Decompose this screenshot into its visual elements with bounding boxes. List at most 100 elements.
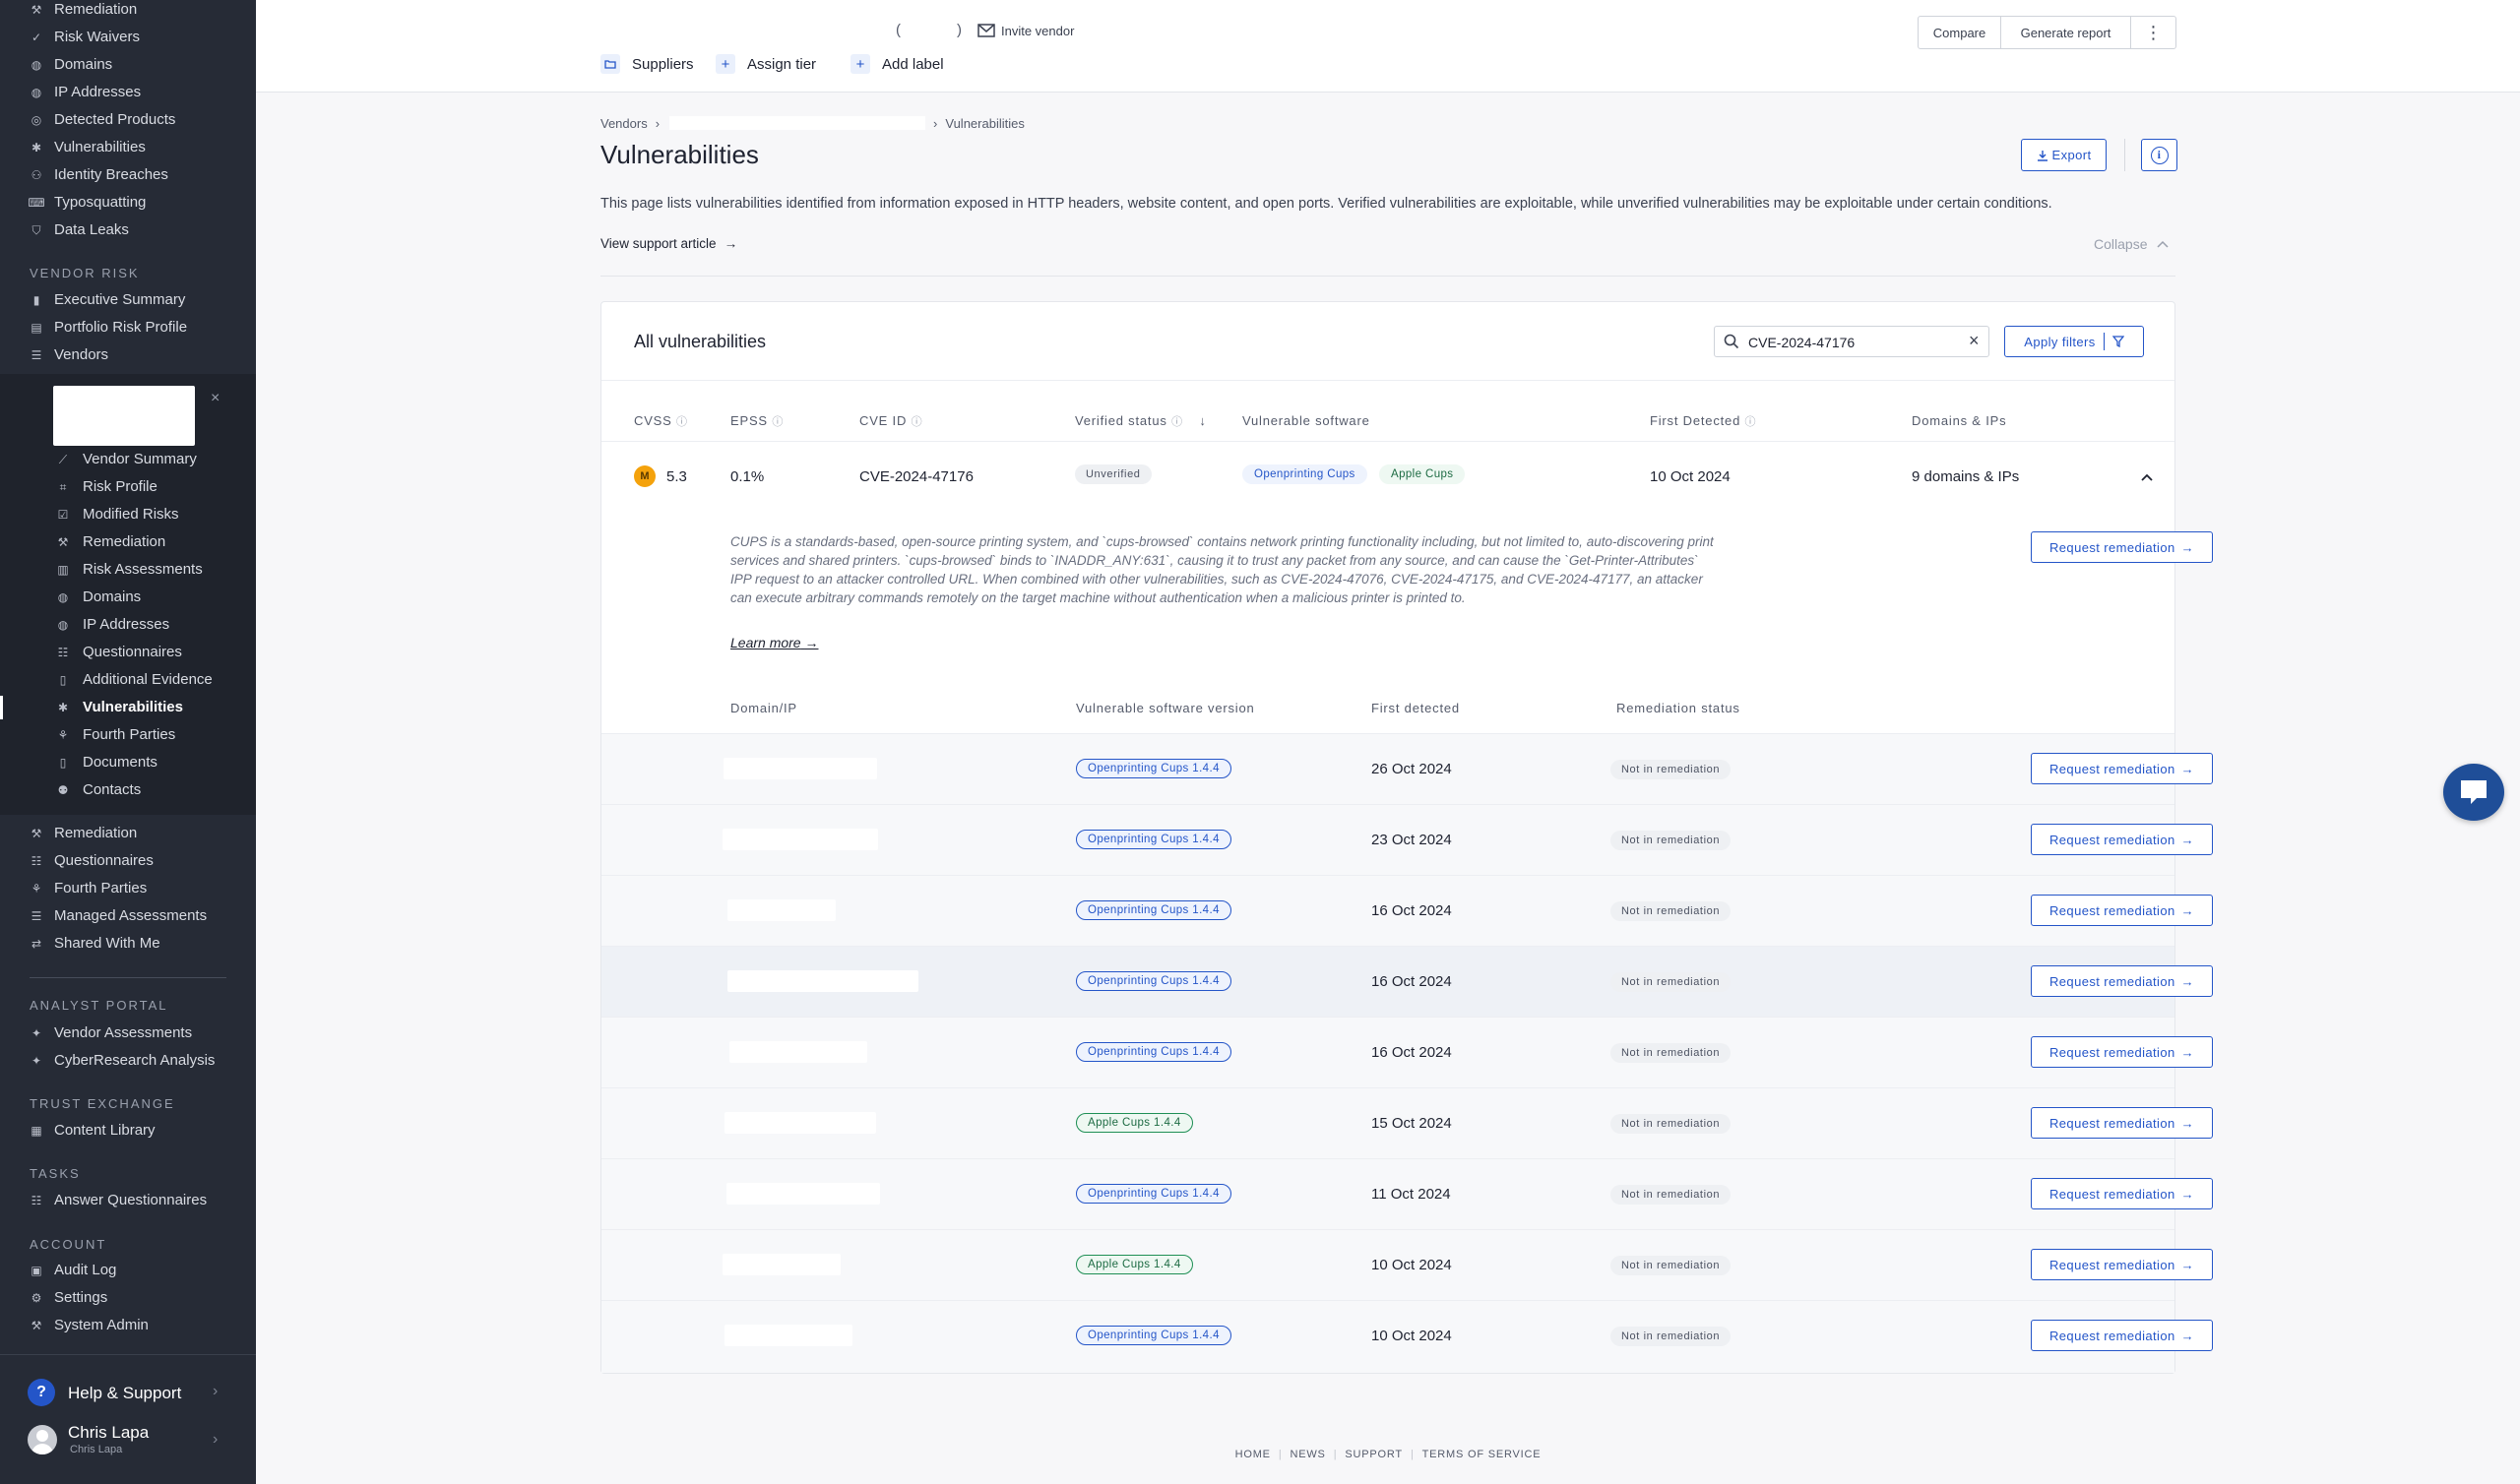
- footer-news-link[interactable]: NEWS: [1282, 1449, 1333, 1460]
- sidebar-item-risk-assessments[interactable]: ▥ Risk Assessments: [0, 556, 256, 584]
- column-verified-status[interactable]: Verified status ⓘ ↓: [1075, 413, 1207, 429]
- request-remediation-button[interactable]: Request remediation →: [2031, 824, 2213, 855]
- sidebar-item-fourth-parties[interactable]: ⚘ Fourth Parties: [0, 721, 256, 749]
- request-remediation-button[interactable]: Request remediation →: [2031, 531, 2213, 563]
- table-row[interactable]: Apple Cups 1.4.4 15 Oct 2024 Not in remedi…: [601, 1087, 2213, 1158]
- request-remediation-button[interactable]: Request remediation →: [2031, 895, 2213, 926]
- domain-placeholder[interactable]: [724, 1325, 852, 1346]
- generate-report-button[interactable]: Generate report: [2001, 17, 2131, 48]
- request-remediation-button[interactable]: Request remediation →: [2031, 1036, 2213, 1068]
- suppliers-button[interactable]: Suppliers: [600, 53, 694, 75]
- sidebar-item-ip-addresses[interactable]: ◍ IP Addresses: [0, 611, 256, 639]
- clear-search-icon[interactable]: ×: [1969, 331, 1980, 351]
- sidebar-item-remediation[interactable]: ⚒ Remediation: [0, 528, 256, 556]
- sidebar-item-documents[interactable]: ▯ Documents: [0, 749, 256, 776]
- chat-widget[interactable]: [2443, 764, 2504, 821]
- sidebar-item-vendors[interactable]: ☰ Vendors: [0, 341, 256, 369]
- domain-placeholder[interactable]: [723, 829, 878, 850]
- user-menu[interactable]: Chris Lapa Chris Lapa ›: [28, 1423, 234, 1456]
- learn-more-link[interactable]: Learn more →: [730, 635, 818, 650]
- breadcrumb-vendor-placeholder[interactable]: [669, 116, 926, 130]
- column-cve-id[interactable]: CVE ID ⓘ: [859, 413, 922, 429]
- sidebar-item-data-leaks[interactable]: ⛉ Data Leaks: [0, 216, 256, 244]
- column-first-detected[interactable]: First Detected ⓘ: [1650, 413, 1756, 429]
- table-row[interactable]: Openprinting Cups 1.4.4 11 Oct 2024 Not in…: [601, 1158, 2213, 1229]
- support-article-link[interactable]: View support article →: [600, 236, 737, 251]
- sidebar-item-remediation[interactable]: ⚒ Remediation: [0, 820, 256, 847]
- chevron-up-icon[interactable]: [2141, 473, 2153, 481]
- request-remediation-button[interactable]: Request remediation →: [2031, 753, 2213, 784]
- domain-placeholder[interactable]: [726, 1183, 880, 1205]
- domain-placeholder[interactable]: [723, 1254, 841, 1275]
- sidebar-item-executive-summary[interactable]: ▮ Executive Summary: [0, 286, 256, 314]
- footer-terms-link[interactable]: TERMS OF SERVICE: [1415, 1449, 1549, 1460]
- sidebar-item-audit-log[interactable]: ▣ Audit Log: [0, 1257, 256, 1284]
- sidebar-item-portfolio-risk-profile[interactable]: ▤ Portfolio Risk Profile: [0, 314, 256, 341]
- table-row[interactable]: Apple Cups 1.4.4 10 Oct 2024 Not in remedi…: [601, 1229, 2213, 1300]
- column-domains-ips[interactable]: Domains & IPs: [1912, 413, 2006, 428]
- sidebar-item-contacts[interactable]: ⚉ Contacts: [0, 776, 256, 804]
- sidebar-item-domains[interactable]: ◍ Domains: [0, 584, 256, 611]
- sidebar-item-vulnerabilities[interactable]: ✱ Vulnerabilities: [0, 134, 256, 161]
- table-row[interactable]: Openprinting Cups 1.4.4 16 Oct 2024 Not in…: [601, 1017, 2213, 1087]
- domain-placeholder[interactable]: [727, 899, 836, 921]
- collapse-toggle[interactable]: Collapse: [2094, 236, 2170, 252]
- domain-placeholder[interactable]: [724, 1112, 876, 1134]
- sidebar-item-settings[interactable]: ⚙ Settings: [0, 1284, 256, 1312]
- search-input[interactable]: CVE-2024-47176: [1748, 335, 1855, 350]
- sidebar-item-domains[interactable]: ◍ Domains: [0, 51, 256, 79]
- compare-button[interactable]: Compare: [1919, 17, 2001, 48]
- info-button[interactable]: i: [2141, 139, 2177, 171]
- sidebar-item-vulnerabilities[interactable]: ✱ Vulnerabilities: [0, 694, 256, 721]
- column-epss[interactable]: EPSS ⓘ: [730, 413, 784, 429]
- request-remediation-button[interactable]: Request remediation →: [2031, 1178, 2213, 1209]
- sidebar-item-ip-addresses[interactable]: ◍ IP Addresses: [0, 79, 256, 106]
- request-remediation-button[interactable]: Request remediation →: [2031, 965, 2213, 997]
- table-row[interactable]: Openprinting Cups 1.4.4 10 Oct 2024 Not in…: [601, 1300, 2213, 1371]
- table-row[interactable]: Openprinting Cups 1.4.4 23 Oct 2024 Not in…: [601, 804, 2213, 875]
- more-options-icon[interactable]: ⋮: [2131, 17, 2175, 48]
- sidebar-item-managed-assessments[interactable]: ☰ Managed Assessments: [0, 902, 256, 930]
- vulnerability-row[interactable]: M 5.3 0.1% CVE-2024-47176 Unverified Ope…: [601, 442, 2174, 511]
- sidebar-item-remediation[interactable]: ⚒ Remediation: [0, 0, 256, 24]
- sidebar-item-system-admin[interactable]: ⚒ System Admin: [0, 1312, 256, 1339]
- column-vulnerable-software[interactable]: Vulnerable software: [1242, 413, 1370, 428]
- sidebar-item-questionnaires[interactable]: ☷ Questionnaires: [0, 847, 256, 875]
- sidebar-item-vendor-assessments[interactable]: ✦ Vendor Assessments: [0, 1020, 256, 1047]
- request-remediation-button[interactable]: Request remediation →: [2031, 1249, 2213, 1280]
- sidebar-item-questionnaires[interactable]: ☷ Questionnaires: [0, 639, 256, 666]
- assign-tier-button[interactable]: + Assign tier: [716, 53, 816, 75]
- sidebar-item-typosquatting[interactable]: ⌨ Typosquatting: [0, 189, 256, 216]
- sidebar-item-vendor-summary[interactable]: ⟋ Vendor Summary: [0, 446, 256, 473]
- search-box[interactable]: CVE-2024-47176 ×: [1714, 326, 1989, 357]
- sidebar-item-cyberresearch-analysis[interactable]: ✦ CyberResearch Analysis: [0, 1047, 256, 1075]
- sidebar-item-risk-profile[interactable]: ⌗ Risk Profile: [0, 473, 256, 501]
- table-row[interactable]: Openprinting Cups 1.4.4 26 Oct 2024 Not in…: [601, 733, 2213, 804]
- sidebar-item-identity-breaches[interactable]: ⚇ Identity Breaches: [0, 161, 256, 189]
- invite-vendor-link[interactable]: Invite vendor: [977, 21, 1074, 40]
- request-remediation-button[interactable]: Request remediation →: [2031, 1320, 2213, 1351]
- apply-filters-button[interactable]: Apply filters: [2004, 326, 2144, 357]
- table-row[interactable]: Openprinting Cups 1.4.4 16 Oct 2024 Not in…: [601, 946, 2213, 1017]
- help-support-item[interactable]: ? Help & Support ›: [28, 1379, 234, 1406]
- add-label-button[interactable]: + Add label: [850, 53, 944, 75]
- footer-support-link[interactable]: SUPPORT: [1337, 1449, 1411, 1460]
- domain-placeholder[interactable]: [729, 1041, 867, 1063]
- export-button[interactable]: Export: [2021, 139, 2107, 171]
- sidebar-item-content-library[interactable]: ▦ Content Library: [0, 1117, 256, 1144]
- domain-placeholder[interactable]: [724, 758, 877, 779]
- vendor-logo-placeholder[interactable]: [53, 386, 195, 446]
- breadcrumb-vendors[interactable]: Vendors: [600, 116, 648, 131]
- sidebar-item-answer-questionnaires[interactable]: ☷ Answer Questionnaires: [0, 1187, 256, 1214]
- close-icon[interactable]: ×: [211, 390, 220, 407]
- footer-home-link[interactable]: HOME: [1228, 1449, 1279, 1460]
- sidebar-item-modified-risks[interactable]: ☑ Modified Risks: [0, 501, 256, 528]
- sidebar-item-additional-evidence[interactable]: ▯ Additional Evidence: [0, 666, 256, 694]
- sidebar-item-risk-waivers[interactable]: ✓ Risk Waivers: [0, 24, 256, 51]
- table-row[interactable]: Openprinting Cups 1.4.4 16 Oct 2024 Not in…: [601, 875, 2213, 946]
- domain-placeholder[interactable]: [727, 970, 918, 992]
- sidebar-item-detected-products[interactable]: ◎ Detected Products: [0, 106, 256, 134]
- column-cvss[interactable]: CVSS ⓘ: [634, 413, 688, 429]
- sidebar-item-shared-with-me[interactable]: ⇄ Shared With Me: [0, 930, 256, 958]
- sidebar-item-fourth-parties[interactable]: ⚘ Fourth Parties: [0, 875, 256, 902]
